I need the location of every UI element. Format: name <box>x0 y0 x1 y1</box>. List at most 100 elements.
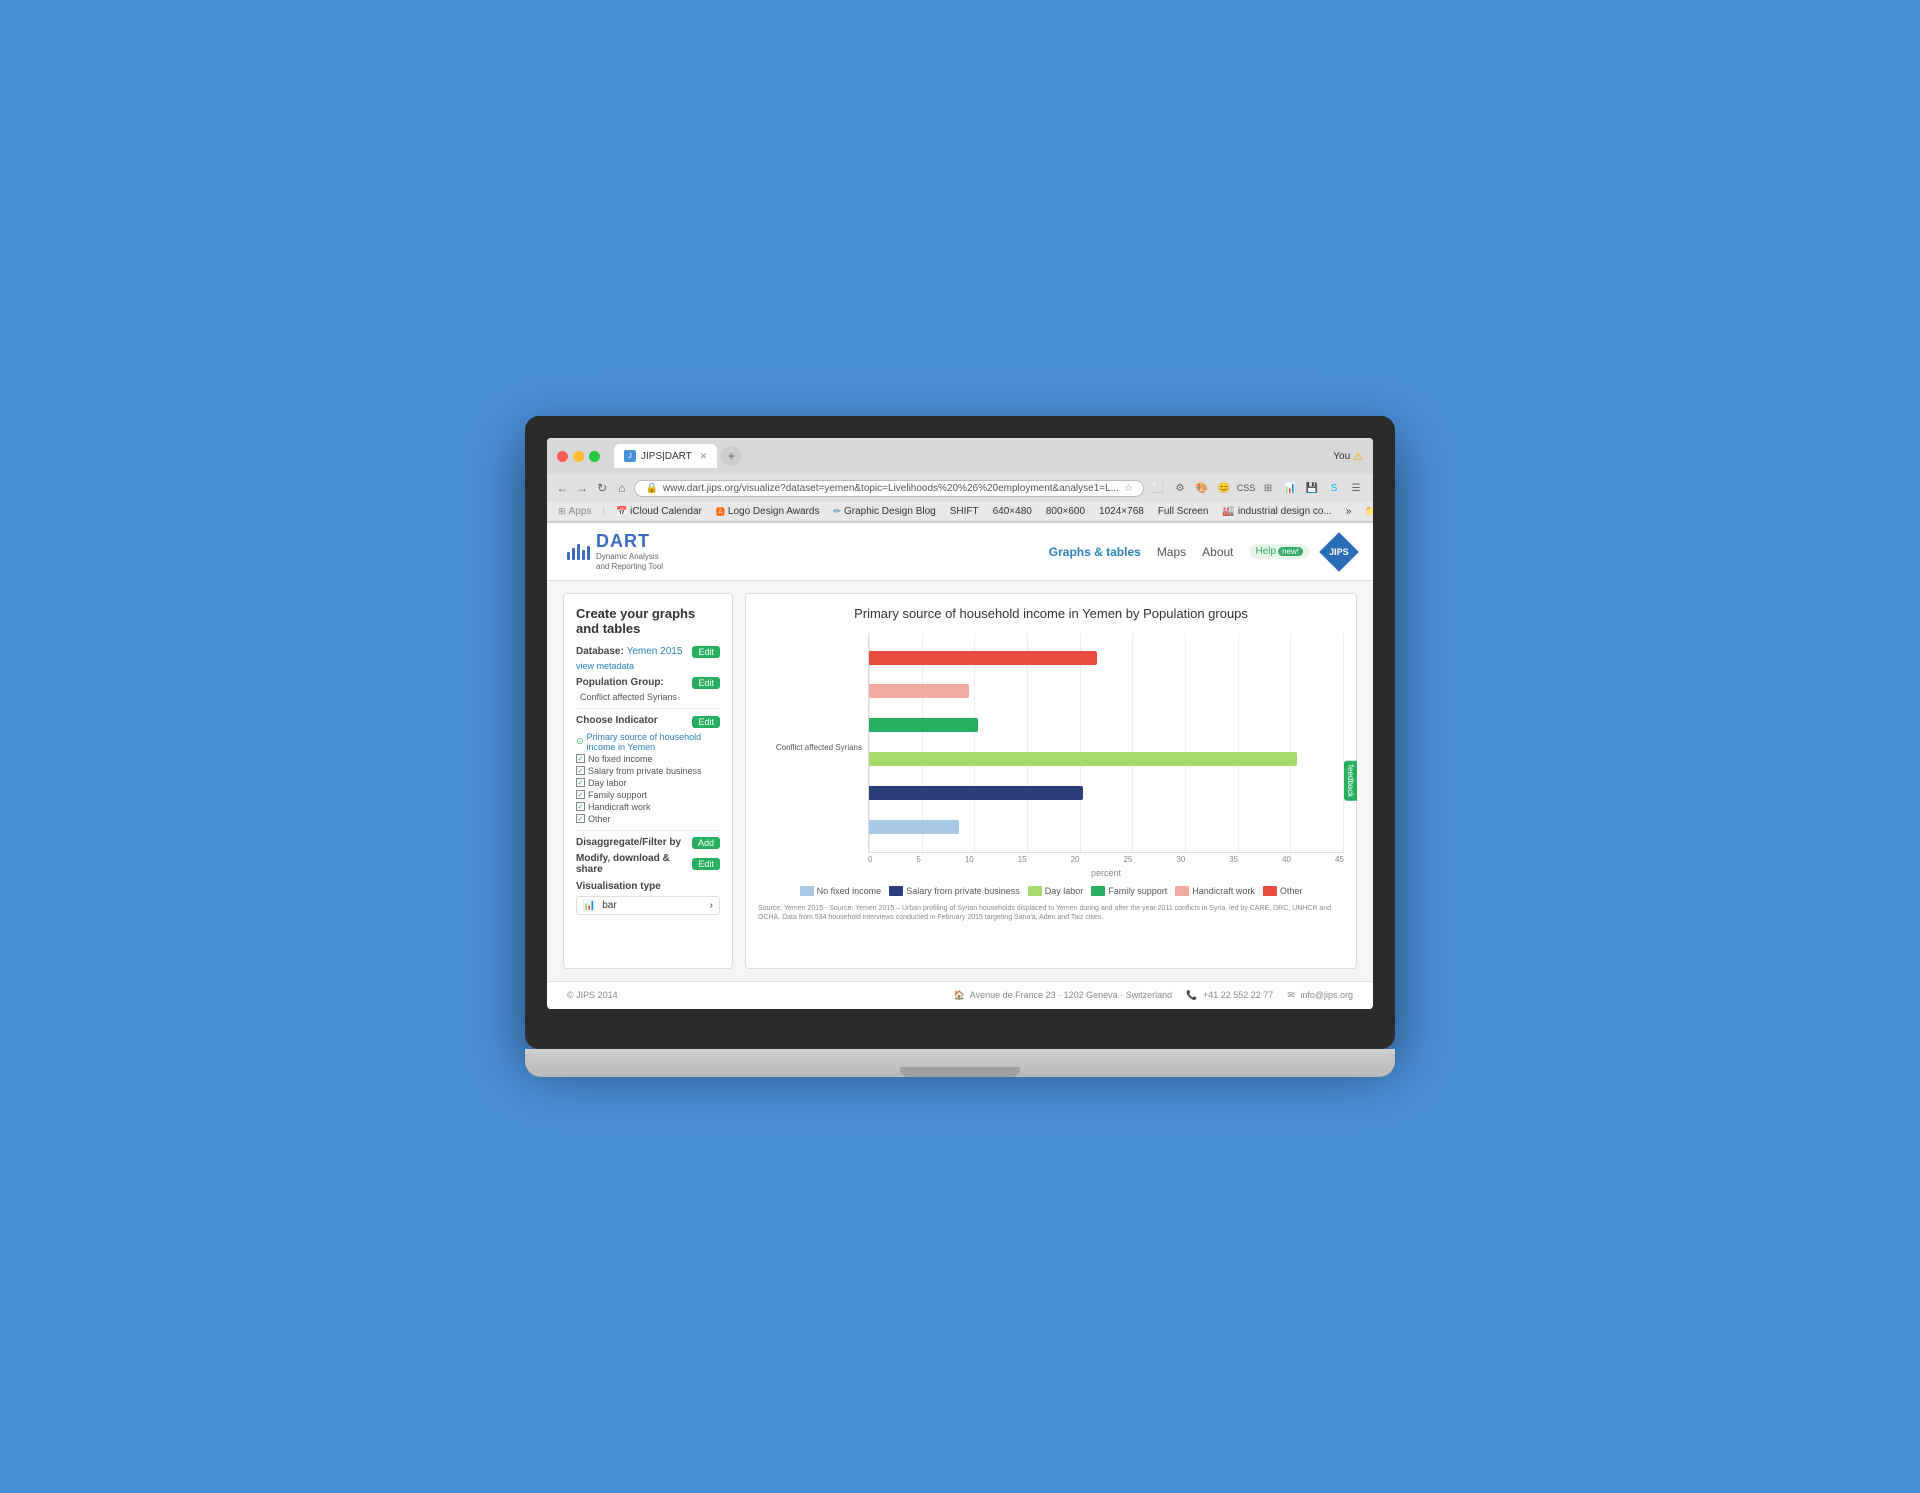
copyright: © JIPS 2014 <box>567 990 618 1000</box>
screen-bezel: J JIPS|DART ✕ + You ⚠ ← → ↻ <box>525 416 1395 1048</box>
industrial-label: industrial design co... <box>1238 506 1332 517</box>
back-button[interactable]: ← <box>555 478 570 498</box>
x-tick-0: 0 <box>868 855 872 864</box>
viz-type-select[interactable]: 📊 bar › <box>576 896 720 915</box>
cb-handicraft[interactable]: ✓ Handicraft work <box>576 802 720 812</box>
new-tab-button[interactable]: + <box>721 446 741 466</box>
legend-swatch-salary <box>889 886 903 896</box>
indicator-link[interactable]: ⊙ Primary source of household income in … <box>576 732 720 752</box>
database-edit-button[interactable]: Edit <box>692 646 720 658</box>
bar-chart-icon: 📊 <box>583 900 595 911</box>
ext-icon1[interactable]: 📊 <box>1281 479 1299 497</box>
chevron-right-icon: › <box>710 900 713 911</box>
minimize-button[interactable] <box>573 451 584 462</box>
tab-favicon: J <box>624 450 636 462</box>
cb-other[interactable]: ✓ Other <box>576 814 720 824</box>
feedback-tab[interactable]: feedback <box>1344 760 1357 800</box>
paint-icon[interactable]: 🎨 <box>1193 479 1211 497</box>
indicator-edit-button[interactable]: Edit <box>692 716 720 728</box>
legend-swatch-other <box>1263 886 1277 896</box>
checkbox-day-labor[interactable]: ✓ <box>576 778 585 787</box>
database-section: Database: Yemen 2015 Edit <box>576 646 720 658</box>
nav-about[interactable]: About <box>1202 545 1233 559</box>
population-edit-button[interactable]: Edit <box>692 677 720 689</box>
bar3 <box>577 544 580 560</box>
bookmark-800[interactable]: 800×600 <box>1043 505 1088 518</box>
database-value: Yemen 2015 <box>627 646 683 657</box>
chart-body <box>868 633 1344 853</box>
y-label-conflict: Conflict affected Syrians <box>758 743 862 753</box>
user-warning-icon: ⚠ <box>1353 450 1363 463</box>
bookmark-fullscreen[interactable]: Full Screen <box>1155 505 1212 518</box>
bookmark-star-icon[interactable]: ☆ <box>1124 483 1133 494</box>
dart-brand: DART <box>596 531 663 552</box>
viz-type-label: Visualisation type <box>576 881 661 892</box>
cb-family-support[interactable]: ✓ Family support <box>576 790 720 800</box>
cb-salary[interactable]: ✓ Salary from private business <box>576 766 720 776</box>
address-bar[interactable]: 🔒 www.dart.jips.org/visualize?dataset=ye… <box>634 480 1144 497</box>
nav-graphs-tables[interactable]: Graphs & tables <box>1049 545 1141 559</box>
checkbox-no-fixed[interactable]: ✓ <box>576 754 585 763</box>
website-content: DART Dynamic Analysis and Reporting Tool… <box>547 523 1373 1008</box>
cb-no-fixed-income[interactable]: ✓ No fixed income <box>576 754 720 764</box>
emoji-icon[interactable]: 😊 <box>1215 479 1233 497</box>
x-tick-5: 5 <box>916 855 920 864</box>
chart-legend: No fixed income Salary from private busi… <box>758 886 1344 896</box>
forward-button[interactable]: → <box>575 478 590 498</box>
nav-maps[interactable]: Maps <box>1157 545 1186 559</box>
laptop-base <box>525 1049 1395 1077</box>
population-section: Population Group: Edit <box>576 677 720 689</box>
menu-icon[interactable]: ☰ <box>1347 479 1365 497</box>
cb-day-labor[interactable]: ✓ Day labor <box>576 778 720 788</box>
gd-icon: ✏ <box>833 506 841 517</box>
home-button[interactable]: ⌂ <box>615 478 630 498</box>
ext-icon2[interactable]: 💾 <box>1303 479 1321 497</box>
skype-icon[interactable]: S <box>1325 479 1343 497</box>
browser-tab[interactable]: J JIPS|DART ✕ <box>614 444 717 468</box>
bar-family <box>869 718 978 732</box>
checkbox-handicraft[interactable]: ✓ <box>576 802 585 811</box>
bookmark-1024[interactable]: 1024×768 <box>1096 505 1147 518</box>
view-metadata-link[interactable]: view metadata <box>576 661 720 671</box>
legend-label-handicraft: Handicraft work <box>1192 886 1255 896</box>
browser-chrome: J JIPS|DART ✕ + You ⚠ ← → ↻ <box>547 438 1373 523</box>
bookmark-apps[interactable]: ⊞ Apps <box>555 505 594 518</box>
bookmark-industrial[interactable]: 🏭 industrial design co... <box>1219 505 1334 518</box>
screen-icon[interactable]: ⬜ <box>1149 479 1167 497</box>
grid-icon[interactable]: ⊞ <box>1259 479 1277 497</box>
css-label[interactable]: CSS <box>1237 479 1255 497</box>
modify-edit-button[interactable]: Edit <box>692 858 720 870</box>
legend-swatch-no-fixed <box>800 886 814 896</box>
new-badge: new! <box>1278 547 1303 556</box>
legend-no-fixed: No fixed income <box>800 886 882 896</box>
maximize-button[interactable] <box>589 451 600 462</box>
disaggregate-add-button[interactable]: Add <box>692 837 720 849</box>
settings-icon[interactable]: ⚙ <box>1171 479 1189 497</box>
x-tick-45: 45 <box>1335 855 1344 864</box>
800-label: 800×600 <box>1046 506 1085 517</box>
bookmark-640[interactable]: 640×480 <box>990 505 1035 518</box>
bookmark-logo-awards[interactable]: 🅰 Logo Design Awards <box>713 504 823 519</box>
legend-day-labor: Day labor <box>1028 886 1084 896</box>
bookmark-icalendar[interactable]: 📅 iCloud Calendar <box>613 505 705 518</box>
bookmark-more[interactable]: » <box>1343 505 1355 518</box>
checkbox-salary[interactable]: ✓ <box>576 766 585 775</box>
bookmark-gd-blog[interactable]: ✏ Graphic Design Blog <box>830 505 938 518</box>
bookmark-shift[interactable]: SHIFT <box>947 505 982 518</box>
divider2 <box>576 830 720 831</box>
legend-swatch-day-labor <box>1028 886 1042 896</box>
jips-diamond-button[interactable]: JIPS <box>1319 532 1359 572</box>
checkbox-other[interactable]: ✓ <box>576 814 585 823</box>
tab-close-icon[interactable]: ✕ <box>700 451 708 462</box>
x-tick-40: 40 <box>1282 855 1291 864</box>
nav-help[interactable]: Help new! <box>1250 544 1309 559</box>
refresh-button[interactable]: ↻ <box>595 478 610 498</box>
divider1 <box>576 708 720 709</box>
1024-label: 1024×768 <box>1099 506 1144 517</box>
close-button[interactable] <box>557 451 568 462</box>
x-tick-20: 20 <box>1071 855 1080 864</box>
checkbox-family[interactable]: ✓ <box>576 790 585 799</box>
other-bookmarks[interactable]: 📁 Other Bookmarks <box>1362 505 1373 518</box>
fullscreen-label: Full Screen <box>1158 506 1209 517</box>
footer-phone: 📞 +41 22 552 22 77 <box>1186 990 1273 1001</box>
